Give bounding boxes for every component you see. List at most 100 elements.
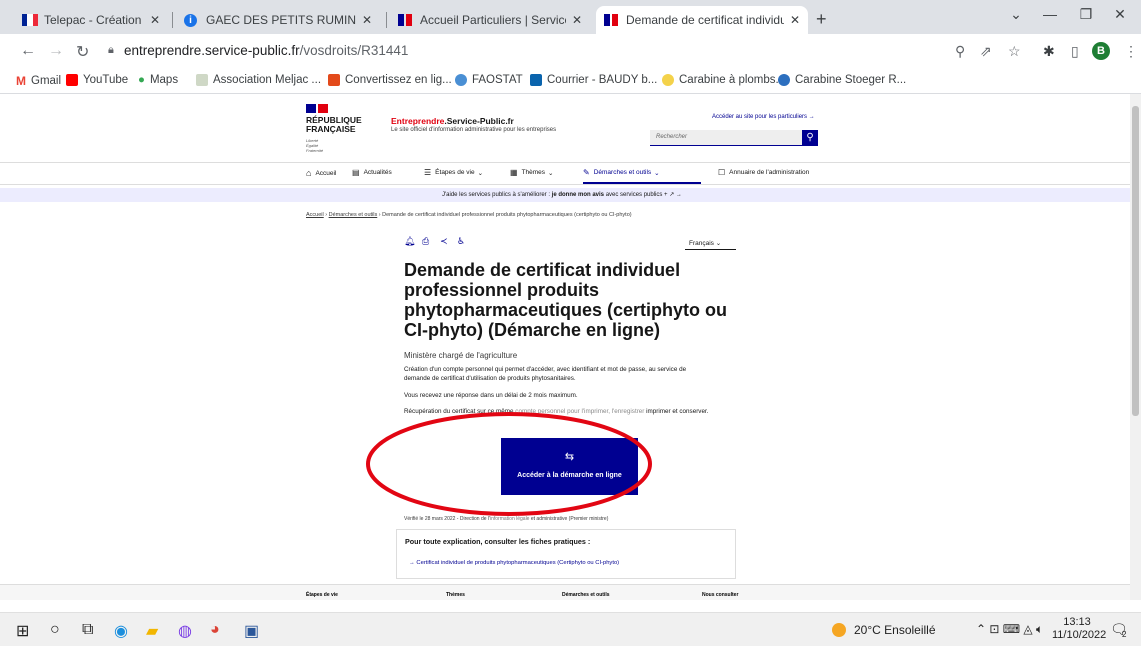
news-icon: ▤ — [352, 168, 360, 177]
language-select[interactable]: Français ⌄ — [685, 236, 736, 250]
carabine-icon — [662, 74, 674, 86]
tab-title: Demande de certificat individuel — [626, 13, 784, 27]
tab-certificat-active[interactable]: Demande de certificat individuel ✕ — [596, 6, 808, 34]
fiches-box: Pour toute explication, consulter les fi… — [396, 529, 736, 579]
side-panel-icon[interactable]: ▯ — [1071, 43, 1079, 60]
bookmark-convertissez[interactable]: Convertissez en lig... — [328, 74, 452, 86]
search-icon: ⚲ — [806, 132, 814, 143]
fiche-link[interactable]: → Certificat individuel de produits phyt… — [409, 560, 619, 566]
nav-etapes[interactable]: ☰ Étapes de vie ⌄ — [424, 168, 483, 177]
bookmark-meljac[interactable]: Association Meljac ... — [196, 74, 321, 86]
bell-icon[interactable]: 🔔︎ — [404, 236, 415, 247]
particuliers-link[interactable]: Accéder au site pour les particuliers → — [712, 114, 815, 120]
nav-annuaire[interactable]: ☐ Annuaire de l'administration — [718, 168, 809, 177]
web-page: RÉPUBLIQUE FRANÇAISE Liberté Égalité Frater… — [0, 94, 1130, 600]
footer-col-consulter[interactable]: Nous consulter — [702, 592, 738, 598]
close-icon[interactable]: ✕ — [572, 13, 582, 27]
description: Création d'un compte personnel qui perme… — [404, 366, 687, 382]
accessibility-icon[interactable]: ♿︎ — [457, 236, 465, 247]
back-arrow-icon[interactable]: ← — [20, 42, 36, 60]
extensions-icon[interactable]: ✱ — [1043, 43, 1055, 60]
close-icon[interactable]: ✕ — [790, 13, 800, 27]
bookmark-carabine-plombs[interactable]: Carabine à plombs... — [662, 74, 785, 86]
feedback-link[interactable]: je donne mon avis — [552, 192, 604, 198]
nav-demarches-active[interactable]: ✎ Démarches et outils ⌄ — [583, 168, 660, 177]
search-input[interactable]: Rechercher — [650, 130, 802, 146]
minimize-button[interactable]: — — [1030, 6, 1070, 22]
footer-col-demarches[interactable]: Démarches et outils — [562, 592, 610, 598]
reload-icon[interactable]: ↻ — [76, 42, 89, 62]
adobe-icon — [328, 74, 340, 86]
bookmark-gmail[interactable]: M Gmail — [16, 74, 61, 88]
nav-actualites[interactable]: ▤ Actualités — [352, 168, 392, 177]
outlook-icon — [530, 74, 542, 86]
new-tab-button[interactable]: + — [816, 9, 827, 30]
menu-icon[interactable]: ⋮ — [1124, 43, 1138, 60]
clock[interactable]: 13:13 11/10/2022 — [1052, 616, 1106, 642]
marianne-icon — [398, 14, 414, 26]
weather-icon — [832, 623, 846, 637]
zoom-icon[interactable]: ⚲ — [955, 43, 965, 60]
tab-particuliers[interactable]: Accueil Particuliers | Service-publ ✕ — [390, 6, 590, 34]
footer-col-themes[interactable]: Thèmes — [446, 592, 465, 598]
close-icon[interactable]: ✕ — [362, 13, 372, 27]
tab-title: Accueil Particuliers | Service-publ — [420, 13, 566, 27]
breadcrumb-demarches[interactable]: Démarches et outils — [329, 212, 378, 218]
bookmark-maps[interactable]: ● Maps — [138, 74, 178, 86]
search-button[interactable]: ⚲ — [802, 130, 818, 146]
explorer-icon[interactable]: ▰ — [146, 621, 158, 641]
breadcrumb-accueil[interactable]: Accueil — [306, 212, 324, 218]
tab-title: Telepac - Création du compte / n — [44, 13, 144, 27]
tab-title: GAEC DES PETITS RUMINANTS ( — [206, 13, 356, 27]
meljac-icon — [196, 74, 208, 86]
tab-strip: Telepac - Création du compte / n ✕ i GAE… — [0, 0, 1141, 34]
scrollbar[interactable] — [1130, 94, 1141, 600]
nav-accueil[interactable]: ⌂ Accueil — [306, 168, 336, 178]
fiches-title: Pour toute explication, consulter les fi… — [405, 537, 591, 546]
browser-toolbar: ← → ↻ 🔒︎ entreprendre.service-public.fr/… — [0, 34, 1141, 70]
forward-arrow-icon[interactable]: → — [48, 42, 64, 60]
notification-count: 2 — [1122, 630, 1127, 639]
system-tray-icons[interactable]: ⌃ ⊡ ⌨ ◬ 🔈︎ — [976, 622, 1043, 637]
footer: Étapes de vie Thèmes Démarches et outils… — [0, 584, 1130, 600]
windows-taskbar: ⊞ ○ ⧉ ◉ ▰ ◍ ◕ ▣ 20°C Ensoleillé ⌃ ⊡ ⌨ ◬ … — [0, 612, 1141, 646]
bookmark-faostat[interactable]: FAOSTAT — [455, 74, 523, 86]
windows-start-icon[interactable]: ⊞ — [16, 621, 29, 641]
tools-icon: ✎ — [583, 168, 590, 177]
flag-fr-icon — [22, 14, 38, 26]
close-window-button[interactable]: ✕ — [1100, 6, 1140, 23]
search-icon[interactable]: ○ — [50, 621, 60, 639]
chrome-icon[interactable]: ◕ — [210, 621, 220, 639]
feedback-banner: J'aide les services publics à s'améliore… — [0, 188, 1130, 202]
weather-text[interactable]: 20°C Ensoleillé — [854, 623, 936, 637]
nav-themes[interactable]: ▦ Thèmes ⌄ — [510, 168, 554, 177]
footer-col-etapes[interactable]: Étapes de vie — [306, 592, 338, 598]
bookmark-youtube[interactable]: YouTube — [66, 74, 128, 86]
lock-icon[interactable]: 🔒︎ — [108, 44, 114, 57]
tab-telepac[interactable]: Telepac - Création du compte / n ✕ — [14, 6, 168, 34]
bookmark-courrier[interactable]: Courrier - BAUDY b... — [530, 74, 657, 86]
edge-icon[interactable]: ◉ — [114, 621, 128, 641]
home-icon: ⌂ — [306, 168, 312, 178]
print-icon[interactable]: ⎙ — [422, 236, 429, 247]
word-icon[interactable]: ▣ — [244, 621, 259, 641]
star-icon[interactable]: ☆ — [1008, 43, 1021, 60]
task-view-icon[interactable]: ⧉ — [82, 621, 93, 639]
marianne-logo — [306, 104, 328, 113]
tab-gaec[interactable]: i GAEC DES PETITS RUMINANTS ( ✕ — [176, 6, 380, 34]
site-brand[interactable]: Entreprendre.Service-Public.fr — [391, 116, 514, 126]
app-icon[interactable]: ◍ — [178, 621, 192, 641]
bookmarks-bar: M Gmail YouTube ● Maps Association Meljac … — [0, 70, 1141, 94]
close-icon[interactable]: ✕ — [150, 13, 160, 27]
url-text[interactable]: entreprendre.service-public.fr/vosdroits… — [124, 43, 408, 58]
fao-icon — [455, 74, 467, 86]
share-icon[interactable]: ⇗ — [980, 43, 992, 60]
avatar[interactable]: B — [1092, 42, 1110, 60]
breadcrumb-current: Demande de certificat individuel profess… — [382, 212, 632, 218]
list-icon: ☰ — [424, 168, 432, 177]
maps-pin-icon: ● — [138, 74, 145, 86]
share-icon[interactable]: ≺ — [440, 236, 448, 247]
bookmark-carabine-stoeger[interactable]: Carabine Stoeger R... — [778, 74, 906, 86]
scroll-thumb[interactable] — [1132, 106, 1139, 416]
gmail-icon: M — [16, 74, 26, 88]
